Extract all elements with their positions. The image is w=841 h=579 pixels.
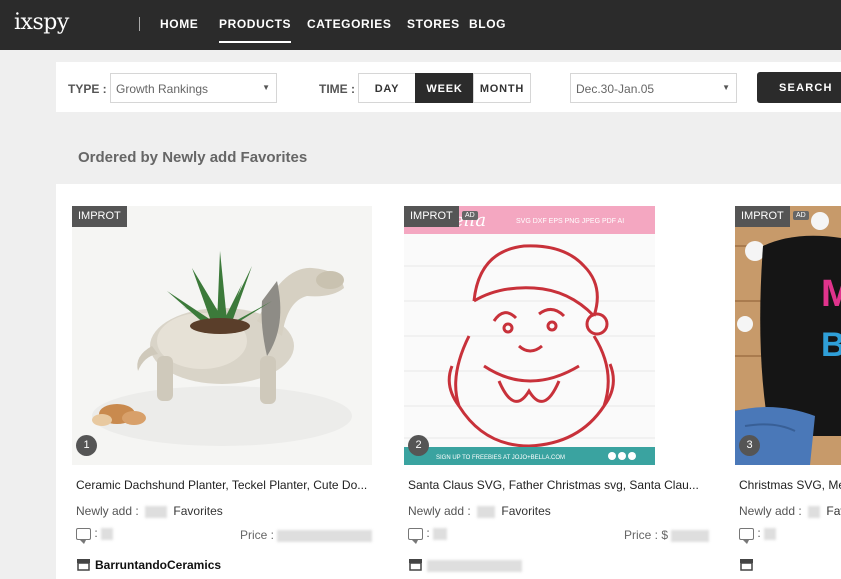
section-title: Ordered by Newly add Favorites <box>78 149 308 166</box>
comment-icon <box>408 527 423 544</box>
redacted-value <box>671 529 710 542</box>
price: Price : <box>240 528 373 542</box>
redacted-value <box>277 529 373 542</box>
nav-home[interactable]: HOME <box>160 17 198 31</box>
comments-label: : <box>757 526 761 540</box>
redacted-store-name <box>427 559 522 572</box>
product-image[interactable]: IMPROT 1 <box>72 206 372 465</box>
improt-badge: IMPROT <box>404 206 459 227</box>
dachshund-planter-image <box>72 206 372 465</box>
product-image[interactable]: M B IMPROT AD 3 <box>735 206 841 465</box>
rank-badge: 1 <box>76 435 97 456</box>
time-day-button[interactable]: DAY <box>358 73 416 103</box>
chevron-down-icon: ▼ <box>722 83 730 92</box>
christmas-shirt-image: M B <box>735 206 841 465</box>
comments-count: : <box>76 526 114 544</box>
nav-blog[interactable]: BLOG <box>469 17 506 31</box>
rank-badge: 2 <box>408 435 429 456</box>
store-icon <box>77 559 90 571</box>
logo[interactable]: ixspy <box>14 10 69 35</box>
improt-badge: IMPROT <box>735 206 790 227</box>
time-month-button[interactable]: MONTH <box>473 73 531 103</box>
santa-svg-image: Bella SVG DXF EPS PNG JPEG PDF AI SIGN U… <box>404 206 655 465</box>
newly-add-favorites: Newly add : Favorites <box>408 504 551 518</box>
redacted-value <box>477 505 496 518</box>
time-week-button[interactable]: WEEK <box>415 73 474 103</box>
favorites-label: Favorites <box>173 504 223 518</box>
comments-count: : <box>739 526 777 544</box>
time-label: TIME : <box>319 82 355 96</box>
store-link[interactable]: BarruntandoCeramics <box>76 558 221 572</box>
chevron-down-icon: ▼ <box>262 83 270 92</box>
price-label: Price : <box>240 528 275 542</box>
redacted-value <box>764 527 777 540</box>
store-icon <box>740 559 753 571</box>
price-label: Price : $ <box>624 528 669 542</box>
svg-text:B: B <box>821 326 841 364</box>
newly-add-favorites: Newly add : Fav <box>739 504 841 518</box>
product-title[interactable]: Christmas SVG, Me... <box>739 478 841 492</box>
comments-label: : <box>426 526 430 540</box>
price: Price : $ <box>624 528 710 542</box>
favorites-label: Favorites <box>501 504 551 518</box>
top-navbar: ixspy HOME PRODUCTS CATEGORIES STORES BL… <box>0 0 841 50</box>
redacted-value <box>145 505 168 518</box>
nav-categories[interactable]: CATEGORIES <box>307 17 391 31</box>
redacted-value <box>433 527 448 540</box>
store-icon <box>409 559 422 571</box>
ad-badge: AD <box>793 211 809 220</box>
comments-label: : <box>94 526 98 540</box>
type-select-value: Growth Rankings <box>116 82 209 96</box>
nav-stores[interactable]: STORES <box>407 17 460 31</box>
product-title[interactable]: Ceramic Dachshund Planter, Teckel Plante… <box>76 478 372 492</box>
comment-icon <box>76 527 91 544</box>
comments-count: : <box>408 526 448 544</box>
svg-text:M: M <box>821 273 841 315</box>
type-label: TYPE : <box>68 82 107 96</box>
ad-badge: AD <box>462 211 478 220</box>
store-link[interactable] <box>408 558 522 572</box>
search-button[interactable]: SEARCH <box>757 72 841 103</box>
newly-add-favorites: Newly add : Favorites <box>76 504 223 518</box>
store-link[interactable] <box>739 558 758 572</box>
product-title[interactable]: Santa Claus SVG, Father Christmas svg, S… <box>408 478 698 492</box>
filter-bar: TYPE : Growth Rankings ▼ TIME : DAY WEEK… <box>56 62 841 112</box>
type-select[interactable]: Growth Rankings ▼ <box>110 73 277 103</box>
rank-badge: 3 <box>739 435 760 456</box>
nav-products[interactable]: PRODUCTS <box>219 17 292 43</box>
improt-badge: IMPROT <box>72 206 127 227</box>
banner-formats: SVG DXF EPS PNG JPEG PDF AI <box>516 218 624 225</box>
comment-icon <box>739 527 754 544</box>
newly-add-label: Newly add : <box>76 504 139 518</box>
date-range-value: Dec.30-Jan.05 <box>576 82 655 96</box>
date-range-select[interactable]: Dec.30-Jan.05 ▼ <box>570 73 737 103</box>
newly-add-label: Newly add : <box>408 504 471 518</box>
product-image[interactable]: Bella SVG DXF EPS PNG JPEG PDF AI SIGN U… <box>404 206 655 465</box>
redacted-value <box>101 527 114 540</box>
store-name: BarruntandoCeramics <box>95 558 222 572</box>
redacted-value <box>808 505 821 518</box>
banner-footer: SIGN UP TO FREEBIES AT JOJO+BELLA.COM <box>436 455 565 461</box>
nav-divider <box>139 17 140 31</box>
favorites-label: Fav <box>826 504 841 518</box>
newly-add-label: Newly add : <box>739 504 802 518</box>
